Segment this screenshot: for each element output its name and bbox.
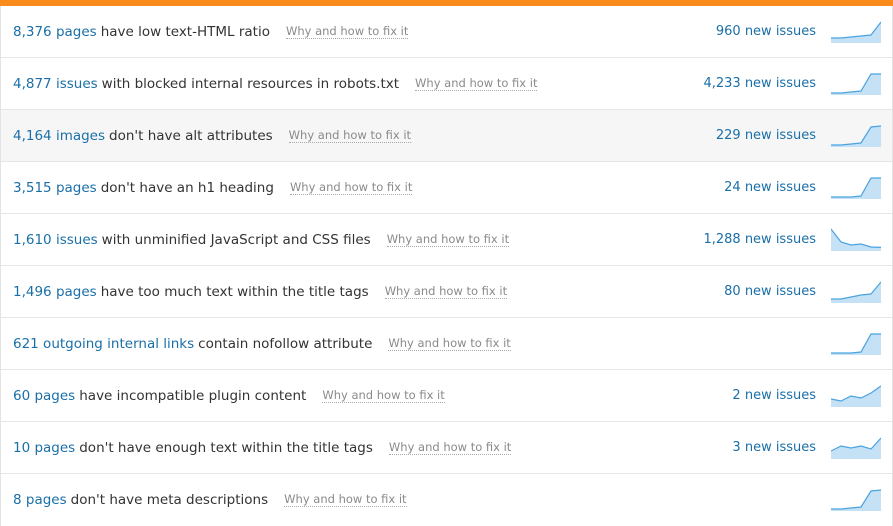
trend-sparkline [831, 281, 881, 303]
trend-sparkline [831, 228, 881, 251]
trend-sparkline [831, 437, 881, 459]
issue-count-link[interactable]: 8 pages [13, 492, 67, 508]
new-issues-link[interactable]: 2 new issues [732, 370, 816, 421]
issue-text: 1,496 pages have too much text within th… [13, 266, 508, 317]
why-how-fix-link[interactable]: Why and how to fix it [285, 24, 409, 39]
issue-row[interactable]: 8 pages don't have meta descriptions Why… [1, 474, 892, 526]
why-how-fix-link[interactable]: Why and how to fix it [289, 180, 413, 195]
issue-count-link[interactable]: 60 pages [13, 388, 75, 404]
issue-description: don't have meta descriptions [70, 491, 269, 508]
trend-sparkline [831, 177, 881, 199]
new-issues-link[interactable]: 3 new issues [732, 422, 816, 473]
new-issues-link[interactable]: 229 new issues [716, 110, 816, 161]
issue-description: have low text-HTML ratio [100, 23, 270, 40]
issue-description: don't have enough text within the title … [79, 439, 373, 456]
issue-count-link[interactable]: 3,515 pages [13, 180, 97, 196]
trend-sparkline [831, 489, 881, 511]
issue-description: don't have an h1 heading [100, 179, 274, 196]
issue-count-link[interactable]: 8,376 pages [13, 24, 97, 40]
issue-count-link[interactable]: 1,496 pages [13, 284, 97, 300]
issue-description: with unminified JavaScript and CSS files [101, 231, 371, 248]
why-how-fix-link[interactable]: Why and how to fix it [415, 76, 538, 91]
issue-description: with blocked internal resources in robot… [101, 75, 400, 92]
why-how-fix-link[interactable]: Why and how to fix it [322, 388, 445, 403]
issue-count-link[interactable]: 621 outgoing internal links [13, 336, 194, 352]
trend-sparkline [831, 21, 881, 43]
issue-text: 4,877 issues with blocked internal resou… [13, 58, 538, 109]
issue-text: 60 pages have incompatible plugin conten… [13, 370, 445, 421]
issue-text: 8 pages don't have meta descriptions Why… [13, 474, 407, 525]
trend-sparkline [831, 73, 881, 95]
issue-row[interactable]: 3,515 pages don't have an h1 heading Why… [1, 162, 892, 214]
issue-text: 4,164 images don't have alt attributes W… [13, 110, 412, 161]
issue-text: 3,515 pages don't have an h1 heading Why… [13, 162, 413, 213]
issue-row[interactable]: 8,376 pages have low text-HTML ratio Why… [1, 6, 892, 58]
issue-row[interactable]: 621 outgoing internal links contain nofo… [1, 318, 892, 370]
issue-text: 1,610 issues with unminified JavaScript … [13, 214, 510, 265]
why-how-fix-link[interactable]: Why and how to fix it [388, 336, 511, 351]
issue-row[interactable]: 4,164 images don't have alt attributes W… [1, 110, 892, 162]
sparkline-area [831, 178, 881, 199]
issue-row[interactable]: 10 pages don't have enough text within t… [1, 422, 892, 474]
sparkline-area [831, 282, 881, 303]
issue-text: 621 outgoing internal links contain nofo… [13, 318, 511, 369]
issue-row[interactable]: 1,496 pages have too much text within th… [1, 266, 892, 318]
issue-count-link[interactable]: 1,610 issues [13, 232, 98, 248]
issue-row[interactable]: 1,610 issues with unminified JavaScript … [1, 214, 892, 266]
new-issues-link[interactable]: 4,233 new issues [703, 58, 816, 109]
why-how-fix-link[interactable]: Why and how to fix it [384, 284, 508, 299]
trend-sparkline [831, 333, 881, 355]
issue-row[interactable]: 60 pages have incompatible plugin conten… [1, 370, 892, 422]
trend-sparkline [831, 125, 881, 147]
issue-description: contain nofollow attribute [198, 335, 373, 352]
issue-description: don't have alt attributes [109, 127, 273, 144]
issue-description: have incompatible plugin content [79, 387, 307, 404]
issues-list: 8,376 pages have low text-HTML ratio Why… [0, 6, 893, 526]
new-issues-link[interactable]: 80 new issues [724, 266, 816, 317]
trend-sparkline [831, 385, 881, 407]
new-issues-link[interactable]: 1,288 new issues [703, 214, 816, 265]
issue-description: have too much text within the title tags [100, 283, 369, 300]
issue-count-link[interactable]: 4,164 images [13, 128, 105, 144]
issue-row[interactable]: 4,877 issues with blocked internal resou… [1, 58, 892, 110]
why-how-fix-link[interactable]: Why and how to fix it [288, 128, 412, 143]
why-how-fix-link[interactable]: Why and how to fix it [388, 440, 512, 455]
sparkline-area [831, 438, 881, 459]
new-issues-link[interactable]: 24 new issues [724, 162, 816, 213]
issue-count-link[interactable]: 4,877 issues [13, 76, 98, 92]
issue-text: 10 pages don't have enough text within t… [13, 422, 512, 473]
why-how-fix-link[interactable]: Why and how to fix it [386, 232, 510, 247]
why-how-fix-link[interactable]: Why and how to fix it [284, 492, 407, 507]
issue-text: 8,376 pages have low text-HTML ratio Why… [13, 6, 409, 57]
sparkline-area [831, 334, 881, 355]
issue-count-link[interactable]: 10 pages [13, 440, 75, 456]
new-issues-link[interactable]: 960 new issues [716, 6, 816, 57]
